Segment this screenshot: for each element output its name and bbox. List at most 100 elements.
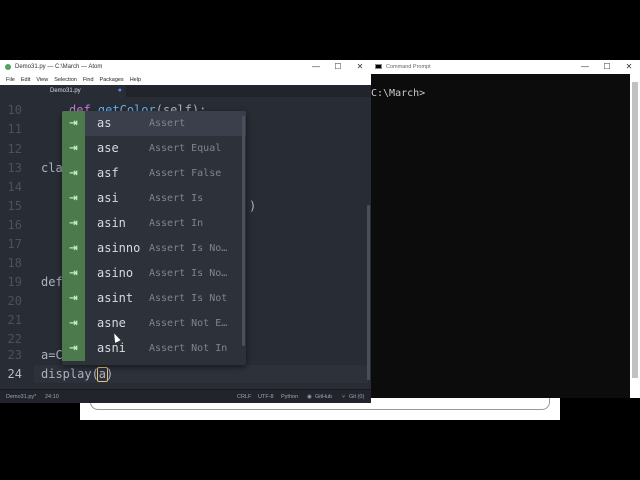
autocomplete-item[interactable]: ⇥ asinno Assert Is No… bbox=[62, 236, 246, 261]
autocomplete-item[interactable]: ⇥ asne Assert Not E… bbox=[62, 311, 246, 336]
command-prompt-window: Command Prompt — ☐ ✕ C:\March> bbox=[371, 60, 640, 398]
autocomplete-text: asni bbox=[97, 341, 126, 355]
autocomplete-text: asint bbox=[97, 291, 134, 305]
autocomplete-item[interactable]: ⇥ asino Assert Is No… bbox=[62, 261, 246, 286]
autocomplete-item-selected[interactable]: ⇥ as Assert bbox=[62, 111, 246, 136]
status-git[interactable]: Git (0) bbox=[349, 394, 364, 400]
menu-bar: File Edit View Selection Find Packages H… bbox=[0, 74, 371, 85]
cmd-close-button[interactable]: ✕ bbox=[618, 60, 640, 74]
autocomplete-text: ase bbox=[97, 141, 119, 155]
autocomplete-item[interactable]: ⇥ ase Assert Equal bbox=[62, 136, 246, 161]
snippet-arrow-icon: ⇥ bbox=[62, 111, 85, 136]
cmd-maximize-button[interactable]: ☐ bbox=[596, 60, 618, 74]
status-bar: Demo31.py* 24:10 CRLF UTF-8 Python ◉ Git… bbox=[0, 389, 371, 403]
snippet-arrow-icon: ⇥ bbox=[62, 336, 85, 361]
menu-file[interactable]: File bbox=[6, 77, 15, 83]
status-encoding[interactable]: UTF-8 bbox=[258, 394, 274, 400]
maximize-button[interactable]: ☐ bbox=[327, 60, 349, 74]
menu-view[interactable]: View bbox=[36, 77, 48, 83]
autocomplete-description: Assert Is No… bbox=[149, 268, 228, 279]
autocomplete-description: Assert Not E… bbox=[149, 318, 228, 329]
autocomplete-description: Assert False bbox=[149, 168, 222, 179]
autocomplete-item[interactable]: ⇥ asni Assert Not In bbox=[62, 336, 246, 361]
code-text: ) bbox=[106, 367, 114, 381]
snippet-arrow-icon: ⇥ bbox=[62, 261, 85, 286]
menu-selection[interactable]: Selection bbox=[54, 77, 77, 83]
modified-dot-icon[interactable]: ● bbox=[118, 87, 122, 94]
tab-label: Demo31.py bbox=[50, 88, 81, 94]
cmd-window-title: Command Prompt bbox=[386, 64, 431, 70]
autocomplete-text: asinno bbox=[97, 241, 141, 255]
git-icon[interactable]: ⑂ bbox=[342, 394, 345, 400]
line-number: 22 bbox=[7, 332, 22, 346]
editor-scrollbar[interactable] bbox=[367, 205, 370, 380]
line-number: 13 bbox=[7, 161, 22, 175]
cmd-prompt-text[interactable]: C:\March> bbox=[371, 88, 425, 99]
snippet-arrow-icon: ⇥ bbox=[62, 136, 85, 161]
line-number: 11 bbox=[7, 122, 22, 136]
autocomplete-text: asino bbox=[97, 266, 134, 280]
autocomplete-description: Assert Is Not bbox=[149, 293, 228, 304]
line-number: 19 bbox=[7, 275, 22, 289]
line-number: 17 bbox=[7, 237, 22, 251]
cmd-title-bar: Command Prompt — ☐ ✕ bbox=[371, 60, 640, 74]
line-number: 18 bbox=[7, 256, 22, 270]
autocomplete-description: Assert Not In bbox=[149, 343, 228, 354]
line-number: 16 bbox=[7, 218, 22, 232]
autocomplete-item[interactable]: ⇥ asi Assert Is bbox=[62, 186, 246, 211]
cmd-minimize-button[interactable]: — bbox=[574, 60, 596, 74]
cmd-scrollbar[interactable] bbox=[630, 74, 640, 398]
line-number: 12 bbox=[7, 142, 22, 156]
autocomplete-text: asin bbox=[97, 216, 126, 230]
autocomplete-item[interactable]: ⇥ asin Assert In bbox=[62, 211, 246, 236]
autocomplete-description: Assert In bbox=[149, 218, 204, 229]
code-line-15[interactable]: ) bbox=[249, 199, 256, 213]
autocomplete-scrollbar[interactable] bbox=[242, 116, 245, 346]
menu-help[interactable]: Help bbox=[130, 77, 141, 83]
status-line-ending[interactable]: CRLF bbox=[237, 394, 251, 400]
snippet-arrow-icon: ⇥ bbox=[62, 311, 85, 336]
tab-demo31[interactable]: Demo31.py ● bbox=[0, 85, 126, 97]
atom-title-bar: Demo31.py — C:\March — Atom — ☐ ✕ bbox=[0, 60, 371, 74]
snippet-arrow-icon: ⇥ bbox=[62, 211, 85, 236]
github-icon[interactable]: ◉ bbox=[307, 394, 312, 400]
cmd-app-icon bbox=[375, 64, 382, 69]
menu-edit[interactable]: Edit bbox=[21, 77, 30, 83]
code-line-23[interactable]: a=C bbox=[41, 348, 63, 362]
autocomplete-item[interactable]: ⇥ asint Assert Is Not bbox=[62, 286, 246, 311]
autocomplete-text: asne bbox=[97, 316, 126, 330]
line-number: 23 bbox=[7, 348, 22, 362]
line-number: 20 bbox=[7, 294, 22, 308]
status-grammar[interactable]: Python bbox=[281, 394, 298, 400]
line-number: 15 bbox=[7, 199, 22, 213]
autocomplete-description: Assert Is No… bbox=[149, 243, 228, 254]
code-text: display( bbox=[41, 367, 99, 381]
snippet-arrow-icon: ⇥ bbox=[62, 161, 85, 186]
autocomplete-item[interactable]: ⇥ asf Assert False bbox=[62, 161, 246, 186]
minimize-button[interactable]: — bbox=[305, 60, 327, 74]
autocomplete-popup: ⇥ as Assert ⇥ ase Assert Equal ⇥ asf Ass… bbox=[62, 111, 246, 365]
autocomplete-text: asf bbox=[97, 166, 119, 180]
menu-find[interactable]: Find bbox=[83, 77, 94, 83]
snippet-arrow-icon: ⇥ bbox=[62, 286, 85, 311]
cmd-scrollbar-thumb[interactable] bbox=[632, 82, 638, 378]
line-number: 21 bbox=[7, 313, 22, 327]
line-number: 14 bbox=[7, 180, 22, 194]
autocomplete-text: asi bbox=[97, 191, 119, 205]
snippet-arrow-icon: ⇥ bbox=[62, 236, 85, 261]
status-file[interactable]: Demo31.py* bbox=[6, 394, 36, 400]
code-line-19[interactable]: def bbox=[41, 275, 63, 289]
autocomplete-description: Assert Is bbox=[149, 193, 204, 204]
snippet-arrow-icon: ⇥ bbox=[62, 186, 85, 211]
line-number-current: 24 bbox=[7, 367, 22, 381]
atom-window-title: Demo31.py — C:\March — Atom bbox=[15, 64, 103, 70]
autocomplete-text: as bbox=[97, 116, 112, 130]
atom-logo-icon bbox=[5, 64, 11, 70]
status-cursor-position[interactable]: 24:10 bbox=[45, 394, 59, 400]
code-line-13[interactable]: cla bbox=[41, 161, 63, 175]
code-line-24[interactable]: display(a) bbox=[41, 367, 113, 382]
menu-packages[interactable]: Packages bbox=[100, 77, 124, 83]
tab-bar: Demo31.py ● bbox=[0, 85, 371, 97]
status-github[interactable]: GitHub bbox=[315, 394, 332, 400]
close-button[interactable]: ✕ bbox=[349, 60, 371, 74]
